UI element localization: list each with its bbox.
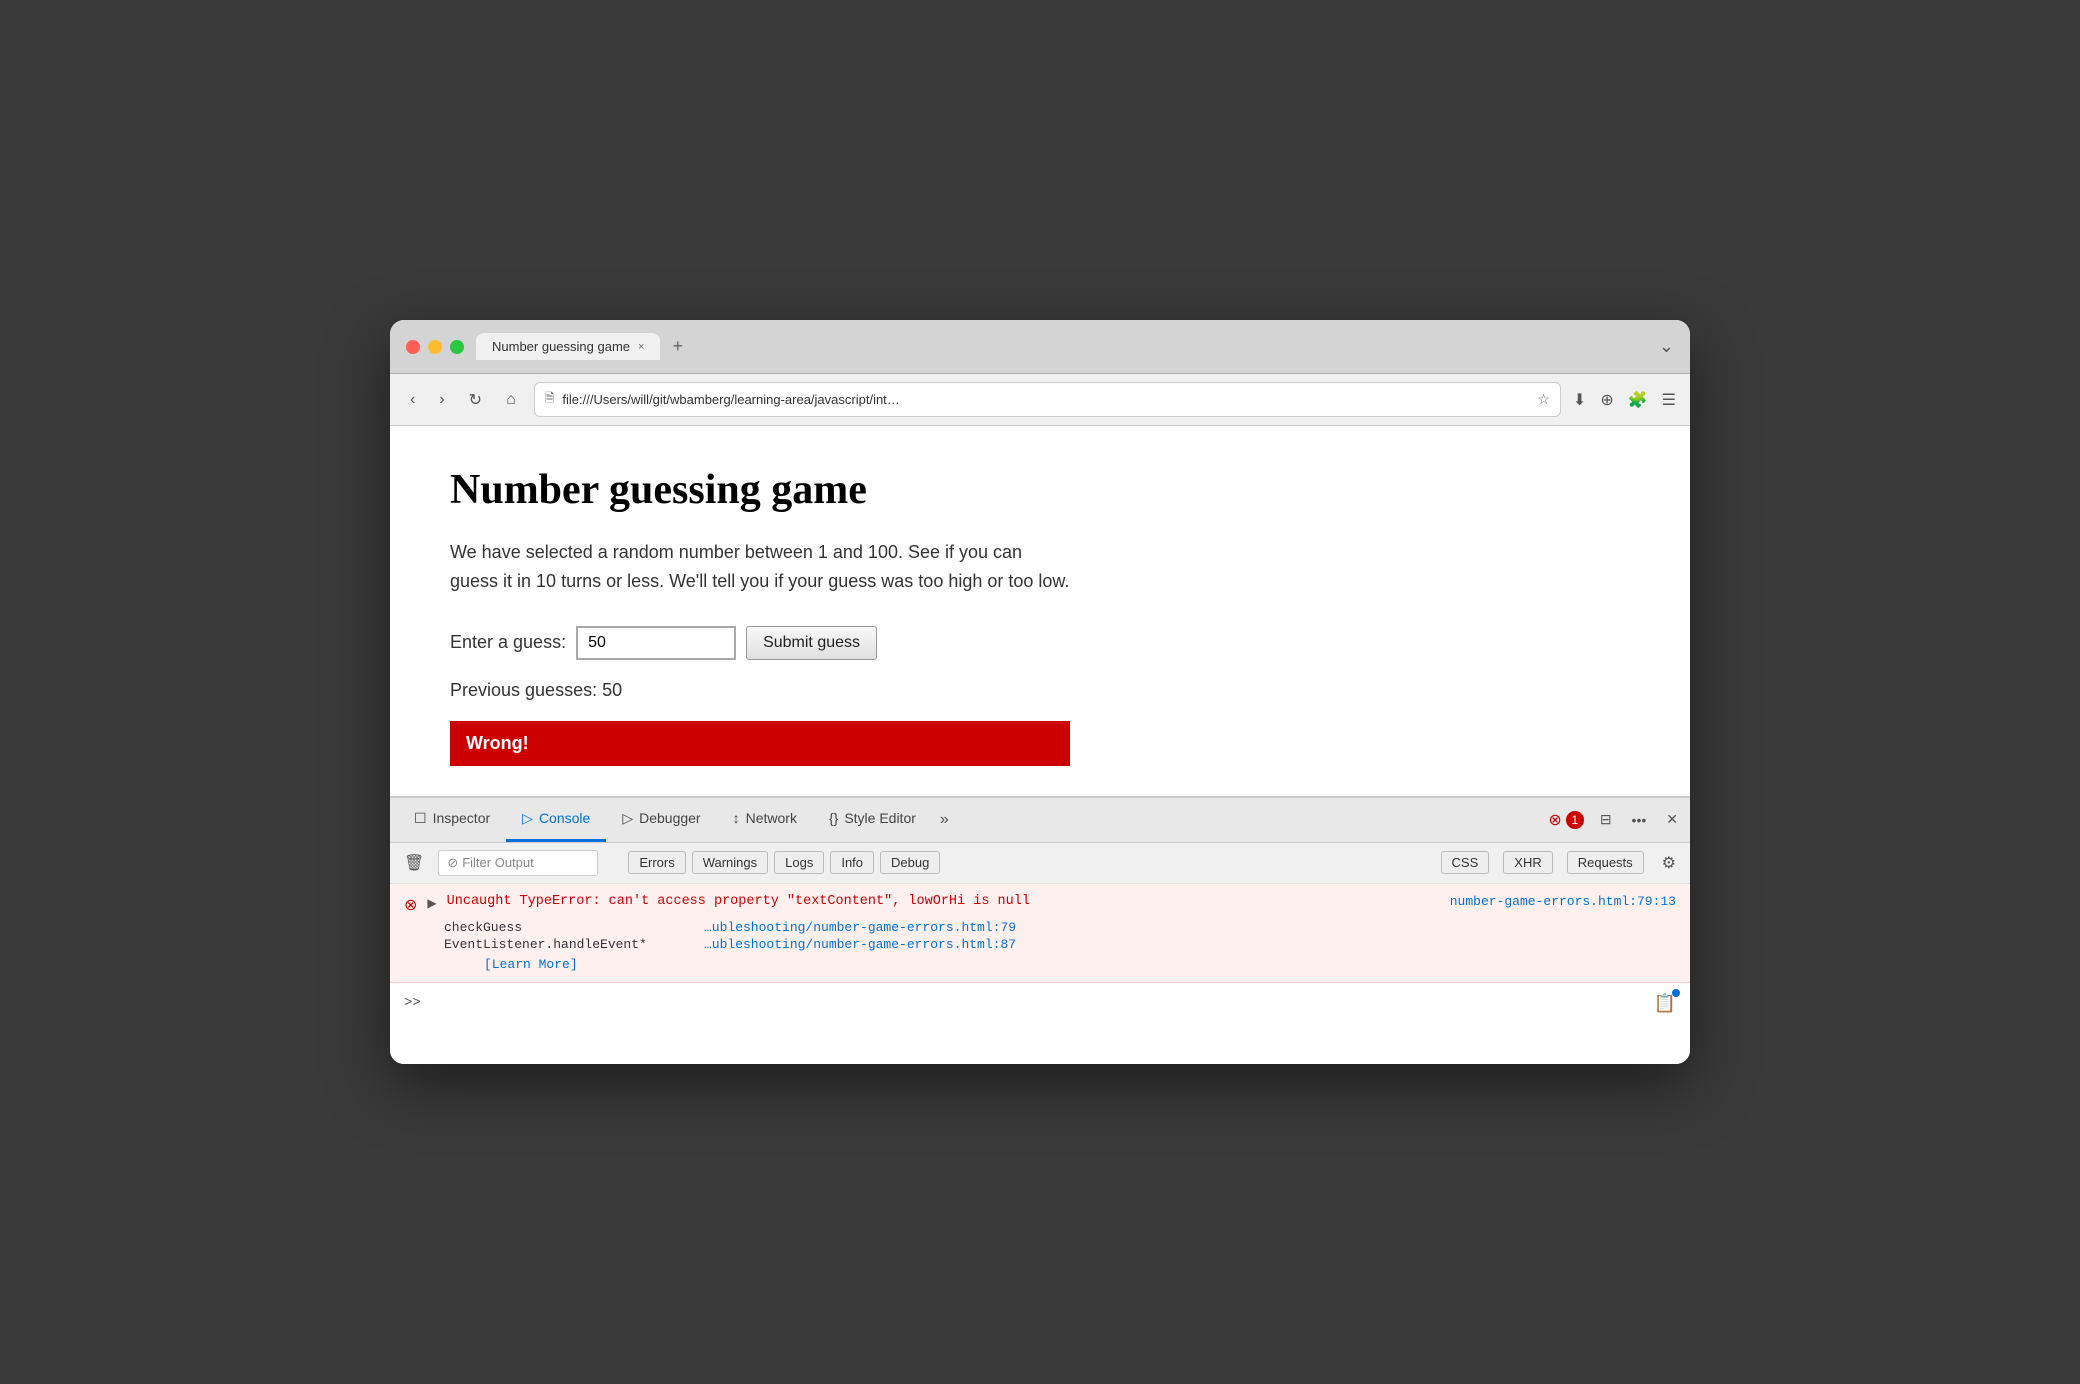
more-actions-button[interactable]: ••• <box>1628 808 1651 832</box>
guess-input[interactable] <box>576 626 736 660</box>
page-content: Number guessing game We have selected a … <box>390 426 1690 796</box>
more-tabs-button[interactable]: » <box>932 801 957 839</box>
guess-label: Enter a guess: <box>450 632 566 653</box>
menu-button[interactable]: ☰ <box>1662 390 1676 410</box>
css-filter[interactable]: CSS <box>1441 851 1490 874</box>
info-filter[interactable]: Info <box>830 851 874 874</box>
console-settings-button[interactable]: ⚙ <box>1658 849 1680 877</box>
back-button[interactable]: ‹ <box>404 387 421 413</box>
error-entry: ⊗ ▶ Uncaught TypeError: can't access pro… <box>390 884 1690 983</box>
error-expand-button[interactable]: ▶ <box>427 896 436 910</box>
download-button[interactable]: ⬇ <box>1573 390 1586 410</box>
tabs-dropdown-button[interactable]: ⌄ <box>1659 336 1674 357</box>
wrong-banner: Wrong! <box>450 721 1070 766</box>
logs-filter[interactable]: Logs <box>774 851 824 874</box>
url-text: file:///Users/will/git/wbamberg/learning… <box>562 392 1529 407</box>
error-stack: checkGuess …ubleshooting/number-game-err… <box>404 919 1676 972</box>
console-icon: ▷ <box>522 810 533 827</box>
debugger-label: Debugger <box>639 810 701 826</box>
devtools-toolbar: 🗑 ⊘ Filter Output Errors Warnings Logs I… <box>390 843 1690 884</box>
filter-icon: ⊘ <box>447 855 458 871</box>
active-tab[interactable]: Number guessing game × <box>476 333 660 360</box>
close-button[interactable] <box>406 340 420 354</box>
lock-icon: 🗎 <box>545 389 555 410</box>
home-button[interactable]: ⌂ <box>500 387 522 413</box>
browser-window: Number guessing game × + ⌄ ‹ › ↻ ⌂ 🗎 fil… <box>390 320 1690 1064</box>
console-content: ⊗ ▶ Uncaught TypeError: can't access pro… <box>390 884 1690 1064</box>
devtools-panel: ☐ Inspector ▷ Console ▷ Debugger ↕ Netwo… <box>390 796 1690 1064</box>
filter-pills: Errors Warnings Logs Info Debug <box>628 851 940 874</box>
stack-fn-2: EventListener.handleEvent* <box>444 937 694 952</box>
address-bar[interactable]: 🗎 file:///Users/will/git/wbamberg/learni… <box>534 382 1561 417</box>
forward-button[interactable]: › <box>433 387 450 413</box>
page-description: We have selected a random number between… <box>450 538 1070 596</box>
new-tab-button[interactable]: + <box>664 332 691 361</box>
tab-inspector[interactable]: ☐ Inspector <box>398 798 506 842</box>
navigation-bar: ‹ › ↻ ⌂ 🗎 file:///Users/will/git/wbamber… <box>390 374 1690 426</box>
debugger-icon: ▷ <box>622 810 633 827</box>
dock-button[interactable]: ⊟ <box>1596 807 1616 832</box>
tab-console[interactable]: ▷ Console <box>506 798 606 842</box>
errors-filter[interactable]: Errors <box>628 851 685 874</box>
devtools-actions: ⊗ 1 ⊟ ••• ✕ <box>1548 807 1682 832</box>
error-location-link[interactable]: number-game-errors.html:79:13 <box>1450 894 1676 909</box>
tab-style-editor[interactable]: {} Style Editor <box>813 798 932 841</box>
toolbar-right-actions: CSS XHR Requests ⚙ <box>1441 849 1680 877</box>
error-icon: ⊗ <box>404 895 417 915</box>
nav-actions: ⬇ ⊕ 🧩 ☰ <box>1573 390 1676 410</box>
guess-form: Enter a guess: Submit guess <box>450 626 1630 660</box>
previous-guesses: Previous guesses: 50 <box>450 680 1630 701</box>
sidebar-badge <box>1672 989 1680 997</box>
sidebar-toggle[interactable]: 📋 <box>1654 993 1676 1014</box>
stack-row-2: EventListener.handleEvent* …ubleshooting… <box>444 936 1676 953</box>
tab-network[interactable]: ↕ Network <box>717 798 813 841</box>
debug-filter[interactable]: Debug <box>880 851 940 874</box>
maximize-button[interactable] <box>450 340 464 354</box>
close-devtools-button[interactable]: ✕ <box>1662 807 1682 832</box>
error-count-area: ⊗ 1 <box>1548 810 1583 830</box>
console-label: Console <box>539 810 590 826</box>
inspector-label: Inspector <box>433 810 491 826</box>
page-title: Number guessing game <box>450 466 1630 514</box>
stack-fn-1: checkGuess <box>444 920 694 935</box>
stack-row-1: checkGuess …ubleshooting/number-game-err… <box>444 919 1676 936</box>
inspector-icon: ☐ <box>414 810 427 827</box>
submit-button[interactable]: Submit guess <box>746 626 877 660</box>
network-label: Network <box>746 810 797 826</box>
traffic-lights <box>406 340 464 354</box>
title-bar: Number guessing game × + ⌄ <box>390 320 1690 374</box>
console-input-row: >> 📋 <box>390 983 1690 1024</box>
learn-more-link[interactable]: [Learn More] <box>444 957 1676 972</box>
minimize-button[interactable] <box>428 340 442 354</box>
stack-loc-1[interactable]: …ubleshooting/number-game-errors.html:79 <box>704 920 1016 935</box>
reload-button[interactable]: ↻ <box>463 386 488 414</box>
devtools-tabs: ☐ Inspector ▷ Console ▷ Debugger ↕ Netwo… <box>390 798 1690 843</box>
error-count-badge: 1 <box>1566 811 1584 829</box>
tabs-area: Number guessing game × + ⌄ <box>476 332 1674 361</box>
extensions-button[interactable]: 🧩 <box>1628 390 1648 410</box>
rss-button[interactable]: ⊕ <box>1600 390 1613 410</box>
error-circle-icon: ⊗ <box>1548 810 1561 830</box>
stack-loc-2[interactable]: …ubleshooting/number-game-errors.html:87 <box>704 937 1016 952</box>
clear-console-button[interactable]: 🗑 <box>400 849 428 877</box>
requests-filter[interactable]: Requests <box>1567 851 1644 874</box>
console-prompt: >> <box>404 995 421 1011</box>
filter-placeholder: Filter Output <box>462 855 534 870</box>
xhr-filter[interactable]: XHR <box>1503 851 1552 874</box>
tab-title: Number guessing game <box>492 339 630 354</box>
style-editor-icon: {} <box>829 810 838 826</box>
tab-debugger[interactable]: ▷ Debugger <box>606 798 716 842</box>
tab-close-button[interactable]: × <box>638 341 644 353</box>
network-icon: ↕ <box>733 810 740 826</box>
filter-output-input[interactable]: ⊘ Filter Output <box>438 850 598 876</box>
error-row: ⊗ ▶ Uncaught TypeError: can't access pro… <box>404 894 1676 915</box>
error-message: Uncaught TypeError: can't access propert… <box>447 894 1440 909</box>
warnings-filter[interactable]: Warnings <box>692 851 768 874</box>
style-editor-label: Style Editor <box>844 810 916 826</box>
bookmark-icon[interactable]: ☆ <box>1537 391 1550 408</box>
